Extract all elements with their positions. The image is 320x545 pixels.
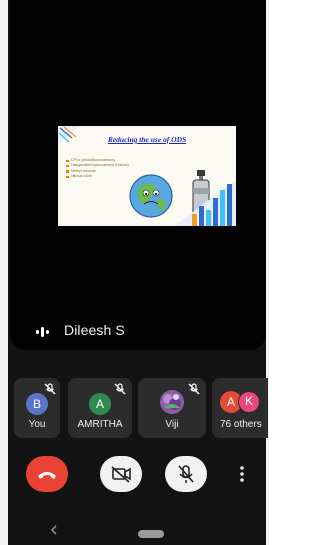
system-nav-bar bbox=[8, 520, 266, 545]
microphone-toggle-button[interactable] bbox=[165, 456, 207, 492]
participant-name: AMRITHA bbox=[77, 419, 123, 430]
mic-off-icon bbox=[114, 383, 126, 395]
participant-tile-you[interactable]: B You bbox=[14, 378, 60, 438]
earth-icon bbox=[129, 174, 173, 218]
participant-name: 76 others bbox=[220, 419, 262, 430]
screen-edge bbox=[266, 0, 269, 545]
audio-level-icon bbox=[36, 327, 49, 337]
slide-bullets: CFCs (chlorofluorocarbons) Halogenated h… bbox=[66, 158, 129, 180]
slide-decoration bbox=[174, 180, 236, 226]
more-vert-icon bbox=[240, 466, 244, 482]
back-icon[interactable] bbox=[50, 524, 58, 536]
camera-toggle-button[interactable] bbox=[100, 456, 142, 492]
mic-off-icon bbox=[188, 383, 200, 395]
camera-off-icon bbox=[111, 466, 131, 483]
more-options-button[interactable] bbox=[230, 456, 254, 492]
slide-title: Reducing the use of ODS bbox=[107, 135, 187, 144]
shared-slide: Reducing the use of ODS CFCs (chlorofluo… bbox=[58, 126, 236, 226]
participant-name: You bbox=[28, 419, 46, 430]
avatar: K bbox=[238, 391, 260, 413]
avatar: B bbox=[26, 393, 48, 415]
mic-off-icon bbox=[178, 465, 194, 483]
end-call-button[interactable] bbox=[26, 456, 68, 492]
home-pill[interactable] bbox=[138, 530, 164, 538]
participant-name: Viji bbox=[165, 419, 179, 430]
participant-tile-viji[interactable]: Viji bbox=[138, 378, 206, 438]
avatar-photo bbox=[160, 390, 184, 414]
screen-edge bbox=[0, 0, 8, 545]
phone-hangup-icon bbox=[38, 472, 56, 479]
mic-off-icon bbox=[44, 383, 56, 395]
presentation-stage[interactable]: Reducing the use of ODS CFCs (chlorofluo… bbox=[10, 0, 266, 350]
slide-bullet: Nitrous oxide bbox=[66, 174, 129, 179]
participant-tile-others[interactable]: A K 76 others bbox=[212, 378, 268, 438]
avatar: A bbox=[89, 393, 111, 415]
active-speaker-name: Dileesh S bbox=[64, 322, 125, 338]
participant-tile-amritha[interactable]: A AMRITHA bbox=[68, 378, 132, 438]
